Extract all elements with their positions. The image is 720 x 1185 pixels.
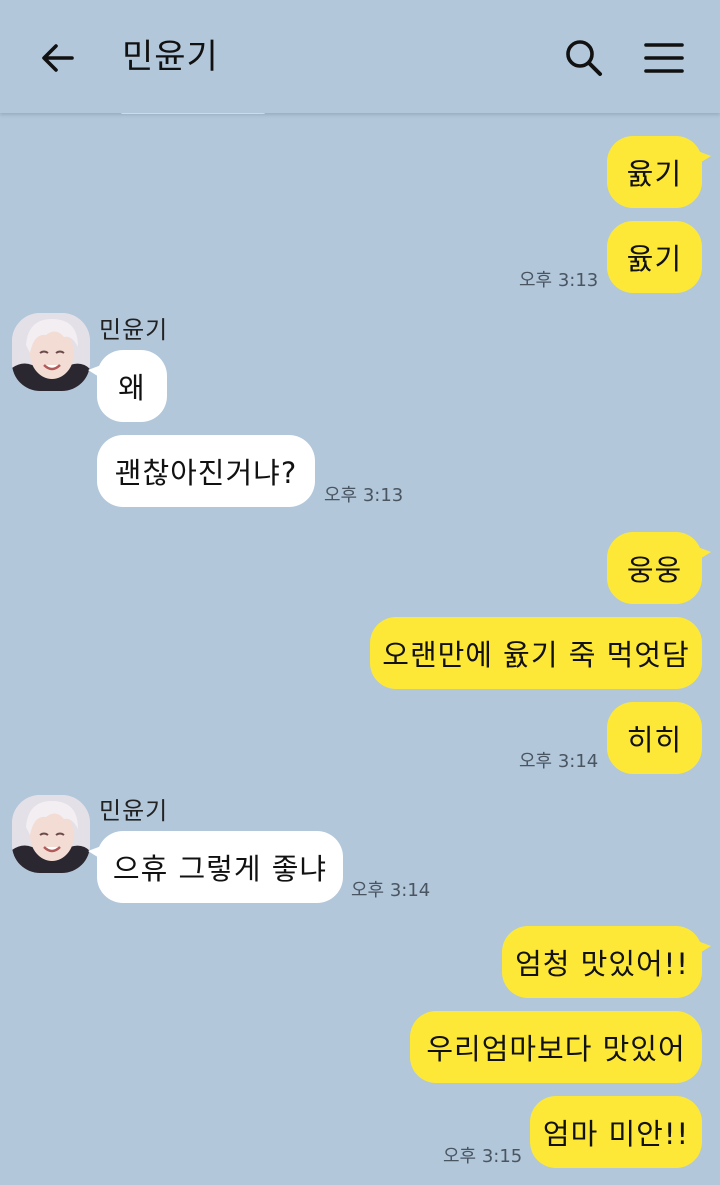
my-message-bubble[interactable]: 엄마 미안!! — [530, 1096, 702, 1168]
chat-header: 민윤기 — [0, 0, 720, 113]
search-icon — [566, 40, 602, 76]
my-message-bubble[interactable]: 우리엄마보다 맛있어 — [410, 1011, 702, 1083]
arrow-left-icon — [42, 44, 74, 72]
my-message-bubble[interactable]: 오랜만에 윬기 죽 먹엇담 — [370, 617, 702, 689]
my-message-bubble[interactable]: 히히 — [607, 702, 702, 774]
profile-photo — [12, 313, 90, 391]
sender-name: 민윤기 — [99, 797, 169, 825]
my-message-bubble[interactable]: 윬기 — [607, 136, 711, 208]
hamburger-menu-icon — [644, 43, 684, 73]
their-message-bubble[interactable]: 으휴 그렇게 좋냐 — [88, 831, 343, 903]
chat-screen: 민윤기 윬기 윬기 오후 3:13 민윤기 왜 괜찮아진거냐? 오후 3:13 … — [0, 0, 720, 1185]
menu-button[interactable] — [636, 30, 692, 86]
my-message-bubble[interactable]: 웅웅 — [607, 532, 711, 604]
their-message-bubble[interactable]: 괜찮아진거냐? — [97, 435, 315, 507]
message-timestamp: 오후 3:13 — [519, 270, 599, 291]
their-message-bubble[interactable]: 왜 — [88, 350, 167, 422]
avatar[interactable] — [12, 313, 90, 391]
avatar[interactable] — [12, 795, 90, 873]
message-timestamp: 오후 3:15 — [443, 1146, 523, 1167]
my-message-bubble[interactable]: 엄청 맛있어!! — [502, 926, 711, 998]
search-button[interactable] — [556, 30, 612, 86]
chat-title: 민윤기 — [122, 37, 219, 77]
message-timestamp: 오후 3:14 — [519, 751, 599, 772]
profile-photo — [12, 795, 90, 873]
message-timestamp: 오후 3:14 — [351, 880, 431, 901]
message-timestamp: 오후 3:13 — [324, 485, 404, 506]
my-message-bubble[interactable]: 윬기 — [607, 221, 702, 293]
back-button[interactable] — [30, 30, 86, 86]
sender-name: 민윤기 — [99, 316, 169, 344]
